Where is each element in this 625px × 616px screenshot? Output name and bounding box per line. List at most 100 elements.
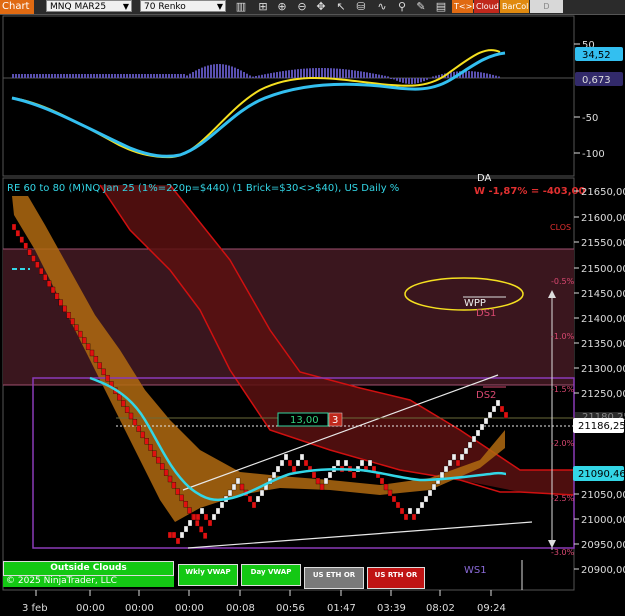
renko-brick [491, 405, 497, 413]
histogram-bar [63, 74, 65, 78]
percent-label: -0.5% [551, 277, 575, 286]
renko-brick [187, 519, 193, 527]
outside-clouds-button[interactable]: Outside Clouds [3, 561, 174, 576]
bar-type-selector[interactable]: 70 Renko ▼ [140, 0, 226, 12]
histogram-bar [84, 74, 86, 78]
renko-brick [187, 507, 192, 514]
histogram-bar [390, 78, 392, 79]
zoom-out-icon[interactable]: ⊖ [294, 0, 310, 14]
histogram-bar [375, 74, 377, 78]
osc-yellow-value: 34,52 [582, 50, 611, 61]
renko-brick [62, 305, 67, 313]
renko-brick [367, 459, 373, 467]
properties-icon[interactable]: ⛁ [353, 0, 369, 14]
renko-brick [271, 471, 277, 479]
bar-chart-icon[interactable]: ▥ [233, 0, 249, 14]
histogram-bar [498, 76, 500, 78]
time-tick-label: 00:00 [76, 603, 105, 614]
renko-brick [419, 501, 425, 509]
us-eth-or-button[interactable]: US ETH OR [304, 567, 364, 589]
price-panel-title: RE 60 to 80 (M)NQ Jan 25 (1%=220p=$440) … [7, 183, 399, 194]
renko-brick [101, 368, 106, 376]
renko-brick [152, 450, 157, 457]
time-tick-label: 01:47 [327, 603, 356, 614]
renko-brick [483, 417, 489, 425]
histogram-bar [477, 71, 479, 78]
barcol-toggle-button[interactable]: BarCol [500, 0, 529, 13]
renko-brick [66, 312, 71, 319]
histogram-bar [387, 76, 389, 78]
renko-brick [283, 453, 289, 461]
chart-tab[interactable]: Chart [0, 0, 34, 14]
indicators-icon[interactable]: ∿ [374, 0, 390, 14]
price-tick-label: 21600,00 [581, 213, 625, 224]
histogram-bar [117, 74, 119, 78]
histogram-bar [285, 70, 287, 78]
tk-toggle-button[interactable]: T<>K [452, 0, 478, 13]
histogram-bar [426, 78, 428, 80]
renko-brick [27, 249, 32, 256]
dvwap-toggle-button[interactable]: D VWAP [530, 0, 563, 24]
price-tick-label: 20950,00 [581, 540, 625, 551]
renko-brick [235, 477, 241, 485]
histogram-bar [411, 78, 413, 84]
renko-brick [279, 459, 285, 467]
renko-brick [23, 242, 28, 250]
histogram-bar [492, 74, 494, 78]
histogram-bar [150, 74, 152, 78]
pointer-icon[interactable]: ↖ [333, 0, 349, 14]
histogram-bar [396, 78, 398, 81]
day-vwap-button[interactable]: Day VWAP [241, 564, 301, 586]
renko-brick [455, 459, 461, 467]
histogram-bar [159, 74, 161, 78]
renko-brick [89, 349, 95, 357]
bar-type-value: 70 Renko [144, 2, 186, 12]
histogram-bar [144, 74, 146, 78]
histogram-bar [252, 76, 254, 78]
histogram-bar [276, 72, 278, 78]
renko-brick [447, 459, 453, 467]
wkly-vwap-button[interactable]: Wkly VWAP [178, 564, 238, 586]
renko-brick [199, 507, 205, 515]
histogram-bar [219, 64, 221, 78]
histogram-bar [354, 70, 356, 78]
histogram-bar [87, 74, 89, 78]
renko-brick [479, 423, 485, 431]
renko-brick [299, 453, 305, 461]
renko-brick [427, 489, 433, 497]
percent-label: -3.0% [551, 548, 575, 557]
strategies-icon[interactable]: ⚲ [394, 0, 410, 14]
renko-brick [70, 318, 75, 325]
wkly-vwap-label: Wkly VWAP [185, 568, 231, 576]
histogram-bar [324, 68, 326, 78]
renko-brick [160, 463, 165, 470]
us-rth-or-button[interactable]: US RTH OR [367, 567, 425, 589]
drawing-tools-icon[interactable]: ✎ [413, 0, 429, 14]
renko-brick [275, 465, 281, 473]
cloud-toggle-button[interactable]: Cloud [474, 0, 499, 13]
renko-brick [202, 532, 208, 539]
renko-brick [351, 471, 357, 479]
price-axis[interactable]: 21650,00 21600,00 21550,00 21500,00 21450,00… [574, 187, 625, 576]
renko-brick [431, 483, 437, 491]
histogram-bar [420, 78, 422, 83]
histogram-bar [60, 74, 62, 78]
renko-brick [251, 501, 257, 509]
chart-canvas[interactable]: 50 -50 -100 34,52 0,673 WPP DS1 DS2 WS1 … [0, 14, 625, 616]
histogram-bar [213, 64, 215, 78]
histogram-bar [345, 69, 347, 78]
histogram-bar [240, 70, 242, 78]
histogram-bar [162, 74, 164, 78]
crosshair-icon[interactable]: ✥ [313, 0, 329, 14]
histogram-bar [165, 74, 167, 78]
ds1-label: DS1 [476, 308, 496, 319]
time-axis[interactable]: 3 feb 00:00 00:00 00:00 00:08 00:56 01:47 03:39… [22, 590, 506, 614]
plus-icon[interactable]: ⊞ [255, 0, 271, 14]
instrument-selector[interactable]: MNQ MAR25 ▼ [46, 0, 132, 12]
zoom-in-icon[interactable]: ⊕ [274, 0, 290, 14]
osc-tick-label: -50 [582, 113, 598, 124]
histogram-bar [417, 78, 419, 84]
clos-label: CLOS [550, 223, 571, 232]
templates-icon[interactable]: ▤ [433, 0, 449, 14]
renko-brick [463, 447, 469, 455]
